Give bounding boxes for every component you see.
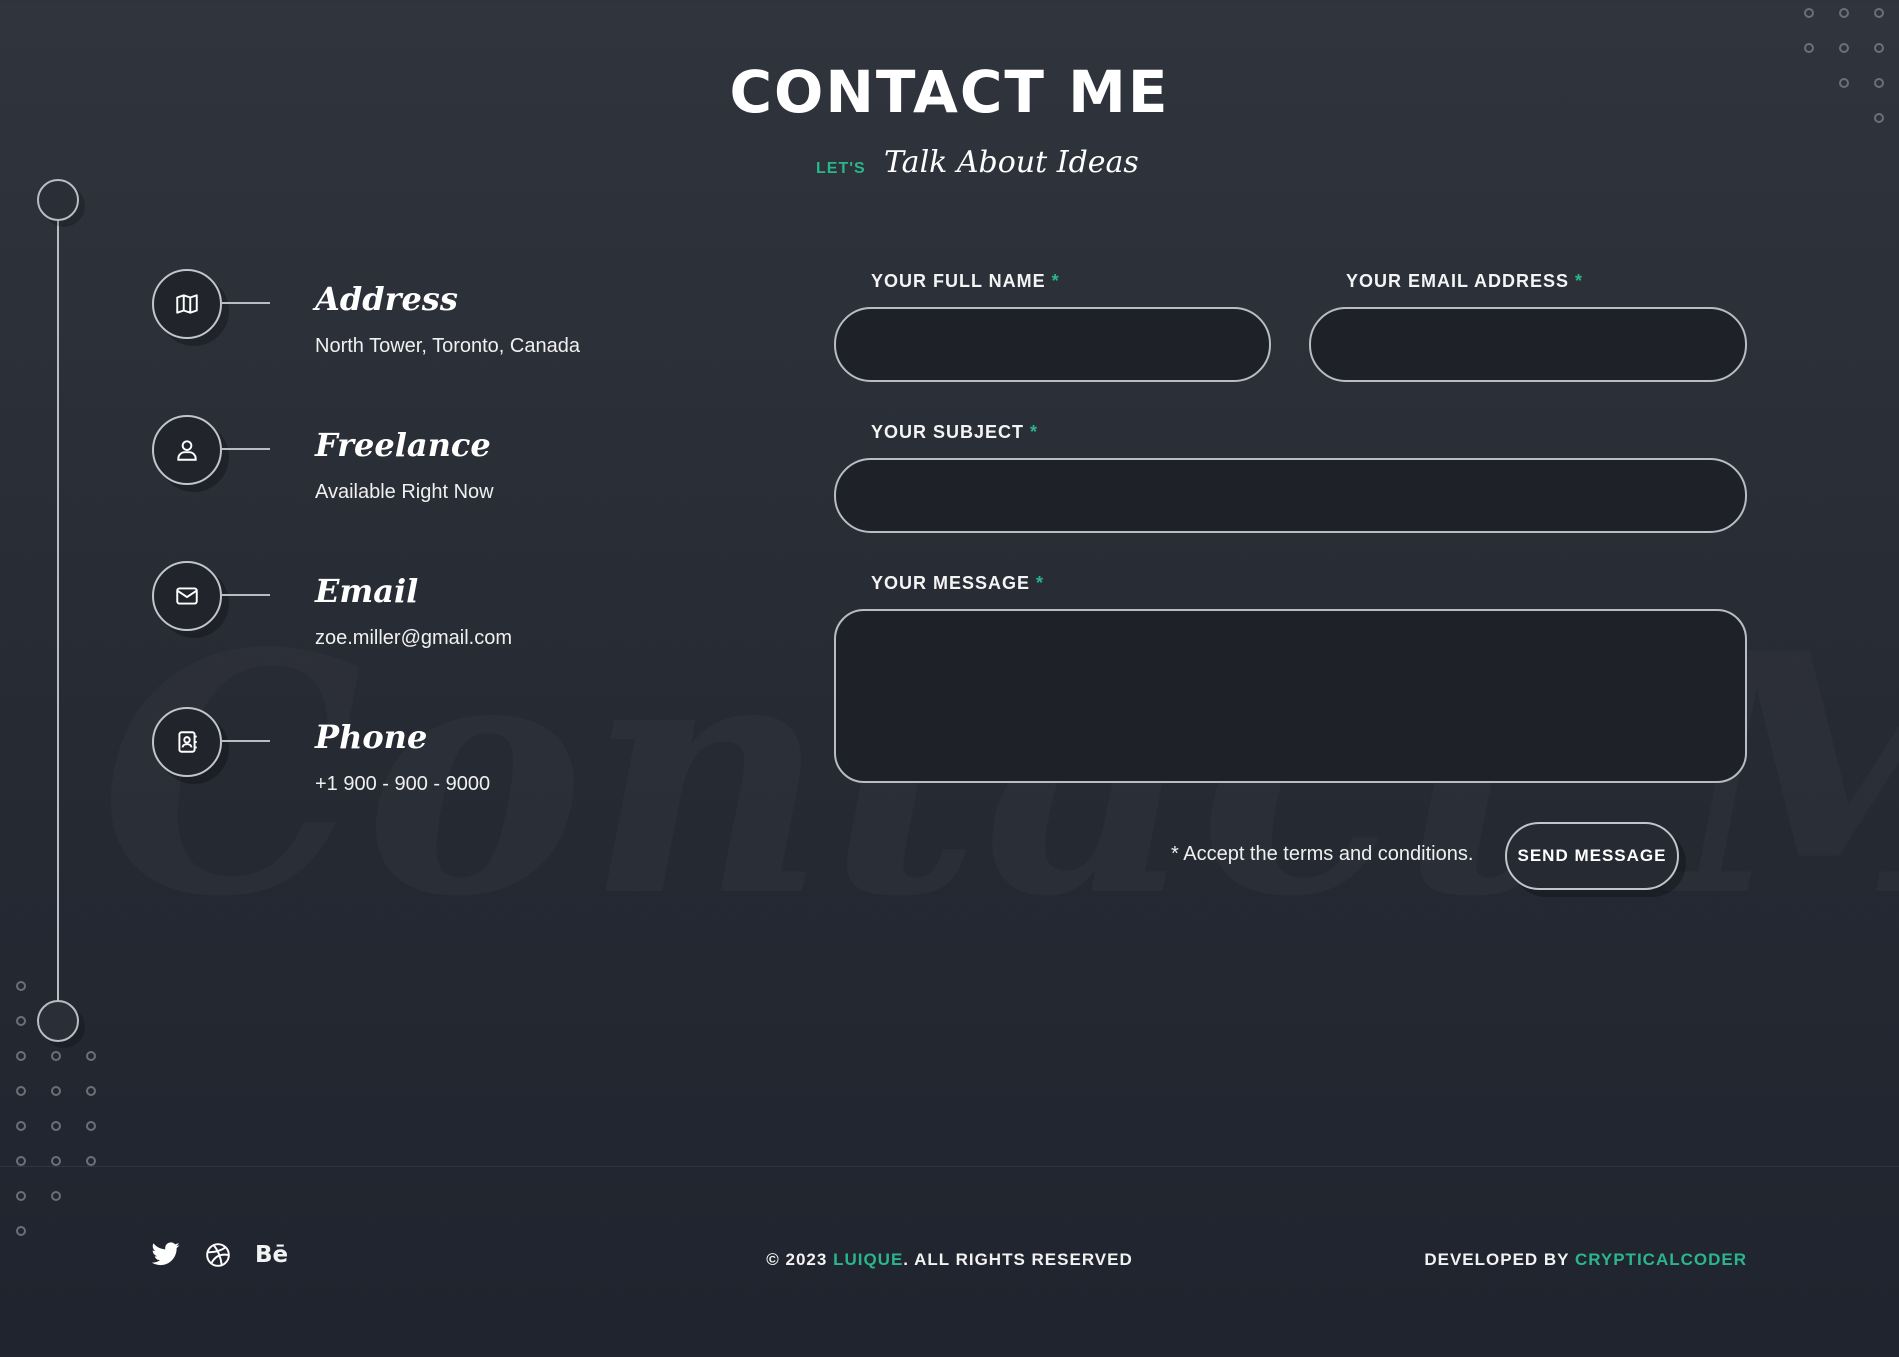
timeline-line <box>57 200 59 1020</box>
required-mark: * <box>1030 422 1039 442</box>
freelance-value: Available Right Now <box>315 481 494 503</box>
email-label: YOUR EMAIL ADDRESS * <box>1346 271 1584 291</box>
user-icon <box>152 415 222 485</box>
message-textarea[interactable] <box>834 609 1747 783</box>
terms-checkbox-label[interactable]: * Accept the terms and conditions. <box>1171 843 1473 866</box>
email-input[interactable] <box>1309 307 1747 382</box>
email-title: Email <box>315 572 419 610</box>
footer-divider <box>0 1166 1899 1167</box>
address-title: Address <box>315 280 458 318</box>
timeline-node-top <box>37 179 79 221</box>
timeline-node-bottom <box>37 1000 79 1042</box>
subtitle: Talk About Ideas <box>884 145 1139 180</box>
full-name-input[interactable] <box>834 307 1271 382</box>
freelance-title: Freelance <box>315 426 491 464</box>
info-connector <box>222 448 270 450</box>
required-mark: * <box>1036 573 1045 593</box>
contact-book-icon <box>152 707 222 777</box>
info-connector <box>222 740 270 742</box>
phone-title: Phone <box>315 718 428 756</box>
message-label: YOUR MESSAGE * <box>871 573 1045 593</box>
required-mark: * <box>1051 271 1060 291</box>
send-message-button[interactable]: SEND MESSAGE <box>1505 822 1679 890</box>
developer-link[interactable]: CRYPTICALCODER <box>1575 1250 1747 1269</box>
subject-label: YOUR SUBJECT * <box>871 422 1039 442</box>
email-value[interactable]: zoe.miller@gmail.com <box>315 627 512 650</box>
developed-by: DEVELOPED BY CRYPTICALCODER <box>1424 1250 1747 1269</box>
page-title: CONTACT ME <box>729 58 1170 126</box>
full-name-label: YOUR FULL NAME * <box>871 271 1060 291</box>
subject-input[interactable] <box>834 458 1747 533</box>
phone-value[interactable]: +1 900 - 900 - 9000 <box>315 773 490 796</box>
address-value: North Tower, Toronto, Canada <box>315 335 580 357</box>
info-connector <box>222 302 270 304</box>
required-mark: * <box>1575 271 1584 291</box>
brand-link[interactable]: LUIQUE <box>833 1250 903 1269</box>
info-connector <box>222 594 270 596</box>
map-icon <box>152 269 222 339</box>
mail-icon <box>152 561 222 631</box>
subtitle-prefix: LET'S <box>816 160 866 177</box>
